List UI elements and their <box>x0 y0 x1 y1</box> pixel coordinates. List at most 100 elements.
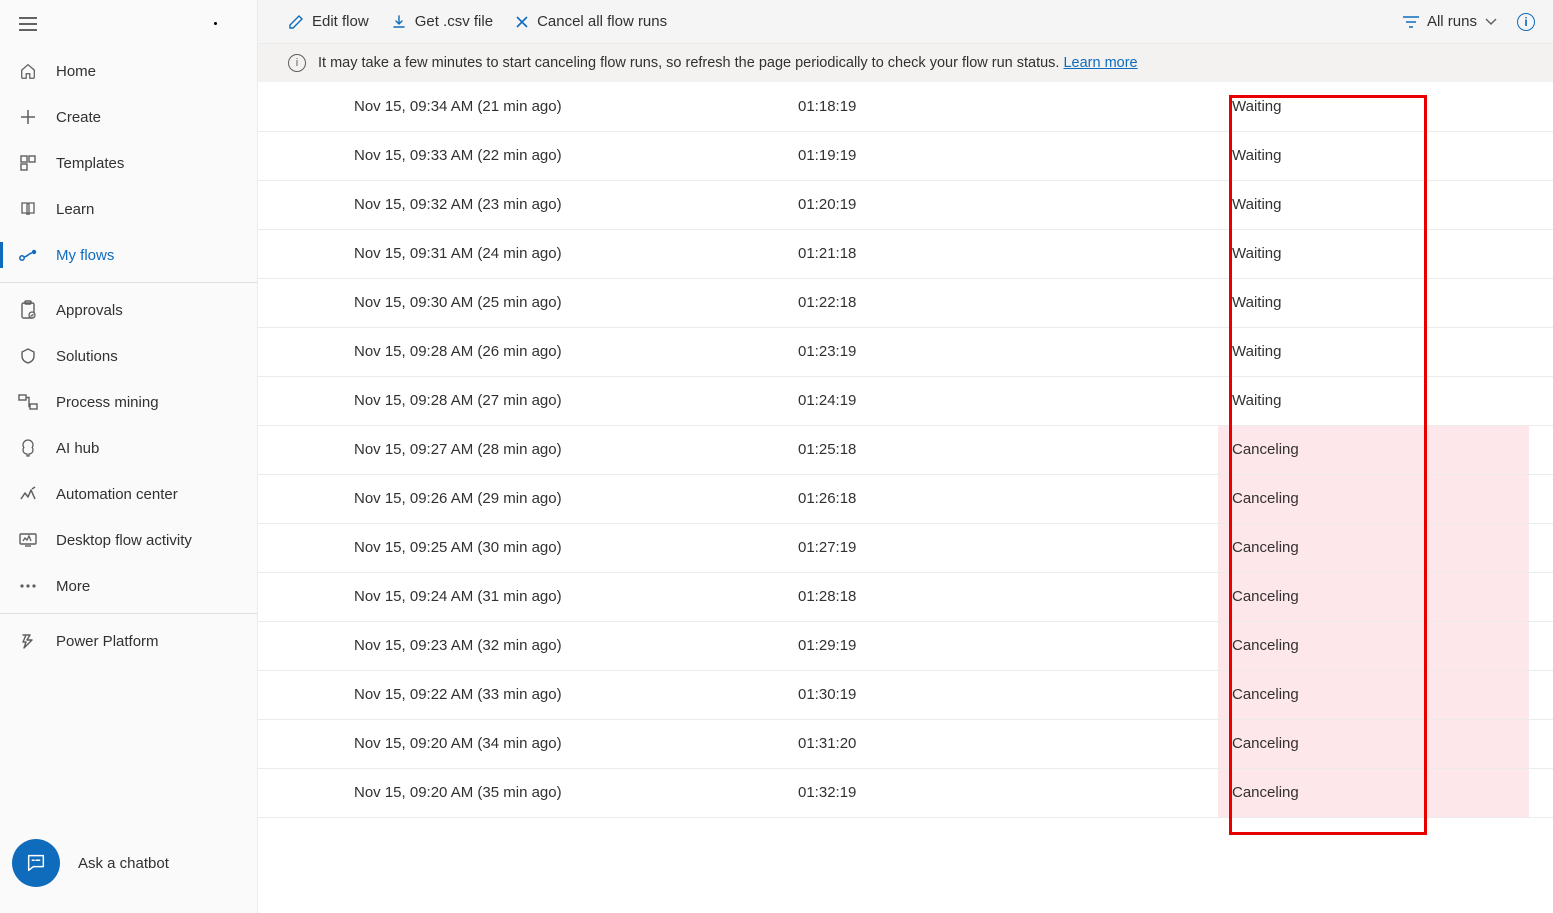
sidebar: Home Create TemplatesLearn My flows Approva… <box>0 0 258 913</box>
table-row[interactable]: Nov 15, 09:20 AM (35 min ago)01:32:19Can… <box>258 768 1553 817</box>
run-start-cell: Nov 15, 09:30 AM (25 min ago) <box>258 278 798 327</box>
table-row[interactable]: Nov 15, 09:20 AM (34 min ago)01:31:20Can… <box>258 719 1553 768</box>
run-duration-cell: 01:26:18 <box>798 474 1218 523</box>
nav-divider <box>0 613 257 614</box>
run-status-cell: Canceling <box>1218 523 1553 572</box>
run-duration-cell: 01:24:19 <box>798 376 1218 425</box>
run-duration-cell: 01:25:18 <box>798 425 1218 474</box>
sidebar-item-home[interactable]: Home <box>0 48 257 94</box>
run-duration-cell: 01:20:19 <box>798 180 1218 229</box>
info-button[interactable]: i <box>1517 13 1535 31</box>
run-status-cell: Canceling <box>1218 425 1553 474</box>
x-icon <box>515 15 529 29</box>
table-row[interactable]: Nov 15, 09:23 AM (32 min ago)01:29:19Can… <box>258 621 1553 670</box>
learn-more-link[interactable]: Learn more <box>1063 55 1137 71</box>
sidebar-item-home-icon <box>18 61 38 81</box>
run-start-cell: Nov 15, 09:23 AM (32 min ago) <box>258 621 798 670</box>
sidebar-item-learn[interactable]: Learn <box>0 186 257 232</box>
sidebar-item-more[interactable]: More <box>0 563 257 609</box>
run-status-cell: Waiting <box>1218 376 1553 425</box>
table-row[interactable]: Nov 15, 09:24 AM (31 min ago)01:28:18Can… <box>258 572 1553 621</box>
run-duration-cell: 01:29:19 <box>798 621 1218 670</box>
sidebar-item-create[interactable]: Create <box>0 94 257 140</box>
sidebar-item-automation-center-icon <box>18 484 38 504</box>
run-start-cell: Nov 15, 09:28 AM (27 min ago) <box>258 376 798 425</box>
info-icon: i <box>288 54 306 72</box>
run-start-cell: Nov 15, 09:24 AM (31 min ago) <box>258 572 798 621</box>
run-start-cell: Nov 15, 09:20 AM (34 min ago) <box>258 719 798 768</box>
nav-label: Approvals <box>56 302 123 319</box>
cancel-all-label: Cancel all flow runs <box>537 13 667 30</box>
ask-chatbot-label: Ask a chatbot <box>78 855 169 872</box>
nav-label: Power Platform <box>56 633 159 650</box>
table-row[interactable]: Nov 15, 09:27 AM (28 min ago)01:25:18Can… <box>258 425 1553 474</box>
run-duration-cell: 01:27:19 <box>798 523 1218 572</box>
cancel-notice-bar: i It may take a few minutes to start can… <box>258 44 1553 82</box>
run-status-cell: Waiting <box>1218 180 1553 229</box>
table-row[interactable]: Nov 15, 09:31 AM (24 min ago)01:21:18Wai… <box>258 229 1553 278</box>
run-start-cell: Nov 15, 09:32 AM (23 min ago) <box>258 180 798 229</box>
sidebar-item-power-platform[interactable]: Power Platform <box>0 618 257 664</box>
sidebar-item-my-flows-icon <box>18 245 38 265</box>
ask-chatbot-button[interactable] <box>12 839 60 887</box>
run-start-cell: Nov 15, 09:26 AM (29 min ago) <box>258 474 798 523</box>
cancel-all-runs-button[interactable]: Cancel all flow runs <box>515 13 667 30</box>
run-start-cell: Nov 15, 09:20 AM (35 min ago) <box>258 768 798 817</box>
sidebar-item-solutions[interactable]: Solutions <box>0 333 257 379</box>
runs-filter-dropdown[interactable]: All runs <box>1403 13 1497 30</box>
run-duration-cell: 01:19:19 <box>798 131 1218 180</box>
nav-label: My flows <box>56 247 114 264</box>
run-duration-cell: 01:31:20 <box>798 719 1218 768</box>
chevron-down-icon <box>1485 18 1497 26</box>
table-row[interactable]: Nov 15, 09:25 AM (30 min ago)01:27:19Can… <box>258 523 1553 572</box>
main-content: Edit flow Get .csv file Cancel all flow … <box>258 0 1553 913</box>
sidebar-item-templates[interactable]: Templates <box>0 140 257 186</box>
sidebar-item-learn-icon <box>18 199 38 219</box>
table-row[interactable]: Nov 15, 09:28 AM (27 min ago)01:24:19Wai… <box>258 376 1553 425</box>
run-status-cell: Waiting <box>1218 327 1553 376</box>
run-duration-cell: 01:18:19 <box>798 82 1218 131</box>
hamburger-menu-button[interactable] <box>18 14 38 34</box>
run-start-cell: Nov 15, 09:27 AM (28 min ago) <box>258 425 798 474</box>
nav-divider <box>0 282 257 283</box>
sidebar-item-my-flows[interactable]: My flows <box>0 232 257 278</box>
nav-label: AI hub <box>56 440 99 457</box>
nav-label: Automation center <box>56 486 178 503</box>
run-status-cell: Canceling <box>1218 621 1553 670</box>
run-start-cell: Nov 15, 09:34 AM (21 min ago) <box>258 82 798 131</box>
sidebar-dot-indicator <box>214 22 217 25</box>
get-csv-button[interactable]: Get .csv file <box>391 13 493 30</box>
nav-label: Create <box>56 109 101 126</box>
sidebar-item-desktop-flow-activity[interactable]: Desktop flow activity <box>0 517 257 563</box>
table-row[interactable]: Nov 15, 09:33 AM (22 min ago)01:19:19Wai… <box>258 131 1553 180</box>
pencil-icon <box>288 14 304 30</box>
sidebar-item-templates-icon <box>18 153 38 173</box>
nav-label: Process mining <box>56 394 159 411</box>
table-row[interactable]: Nov 15, 09:26 AM (29 min ago)01:26:18Can… <box>258 474 1553 523</box>
run-duration-cell: 01:22:18 <box>798 278 1218 327</box>
sidebar-item-desktop-flow-activity-icon <box>18 530 38 550</box>
run-duration-cell: 01:32:19 <box>798 768 1218 817</box>
run-status-cell: Canceling <box>1218 670 1553 719</box>
table-row[interactable]: Nov 15, 09:28 AM (26 min ago)01:23:19Wai… <box>258 327 1553 376</box>
nav-label: More <box>56 578 90 595</box>
sidebar-item-solutions-icon <box>18 346 38 366</box>
sidebar-item-more-icon <box>18 576 38 596</box>
run-duration-cell: 01:30:19 <box>798 670 1218 719</box>
run-start-cell: Nov 15, 09:31 AM (24 min ago) <box>258 229 798 278</box>
sidebar-item-process-mining-icon <box>18 392 38 412</box>
sidebar-item-process-mining[interactable]: Process mining <box>0 379 257 425</box>
table-row[interactable]: Nov 15, 09:22 AM (33 min ago)01:30:19Can… <box>258 670 1553 719</box>
table-row[interactable]: Nov 15, 09:32 AM (23 min ago)01:20:19Wai… <box>258 180 1553 229</box>
table-row[interactable]: Nov 15, 09:30 AM (25 min ago)01:22:18Wai… <box>258 278 1553 327</box>
run-status-cell: Canceling <box>1218 474 1553 523</box>
sidebar-item-automation-center[interactable]: Automation center <box>0 471 257 517</box>
filter-icon <box>1403 16 1419 28</box>
get-csv-label: Get .csv file <box>415 13 493 30</box>
run-start-cell: Nov 15, 09:22 AM (33 min ago) <box>258 670 798 719</box>
table-row[interactable]: Nov 15, 09:34 AM (21 min ago)01:18:19Wai… <box>258 82 1553 131</box>
sidebar-item-ai-hub[interactable]: AI hub <box>0 425 257 471</box>
edit-flow-button[interactable]: Edit flow <box>288 13 369 30</box>
sidebar-item-approvals[interactable]: Approvals <box>0 287 257 333</box>
runs-filter-label: All runs <box>1427 13 1477 30</box>
